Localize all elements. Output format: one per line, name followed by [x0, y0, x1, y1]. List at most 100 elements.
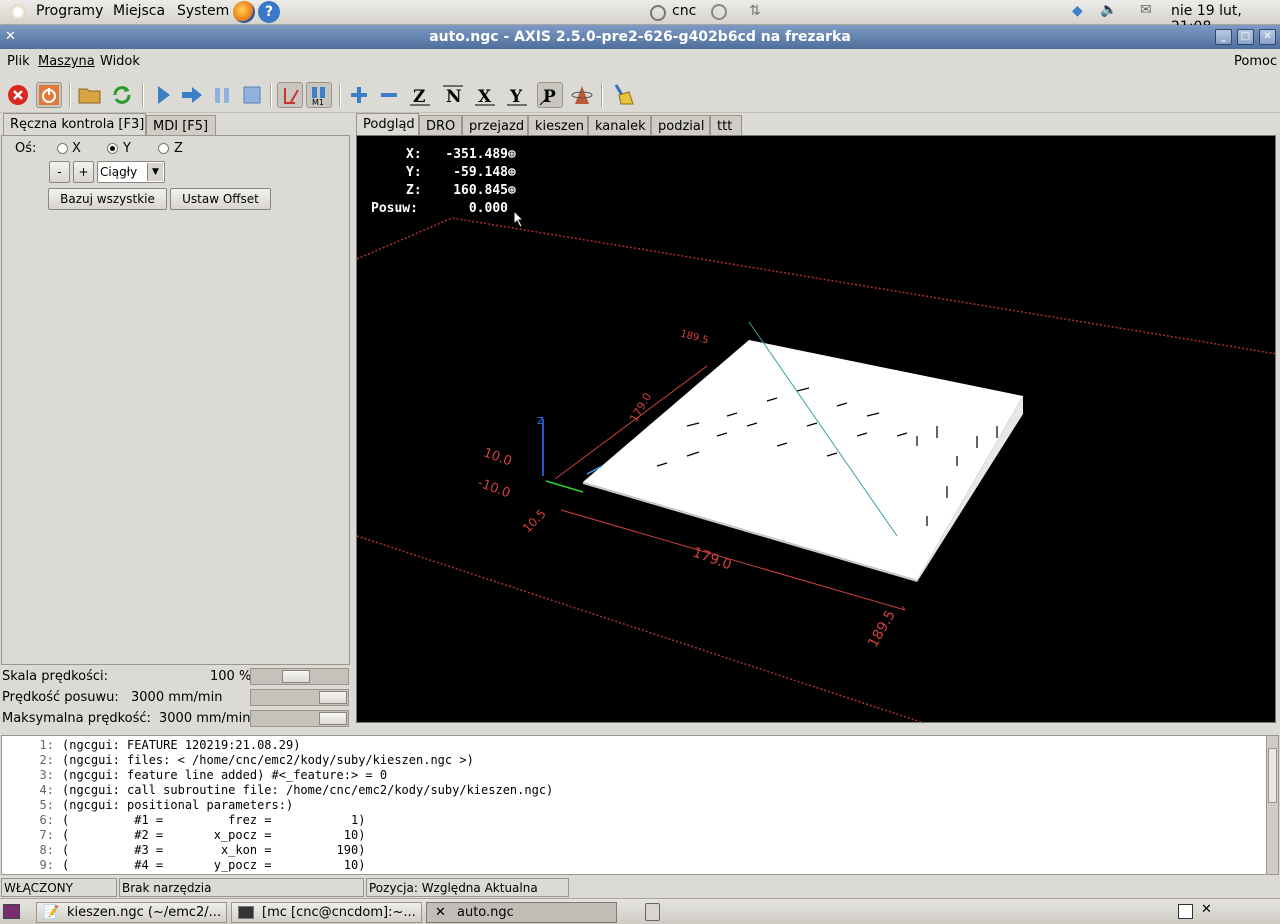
menu-view[interactable]: Widok — [100, 54, 140, 69]
dro-y-value: -59.148 — [453, 165, 508, 180]
dropbox-icon[interactable]: ◆ — [1072, 3, 1083, 19]
jog-mode-select[interactable]: Ciągły ▼ — [97, 161, 165, 183]
show-desktop-icon[interactable] — [3, 904, 20, 919]
minimize-button[interactable]: _ — [1215, 29, 1232, 45]
gcode-listing[interactable]: 1: (ngcgui: FEATURE 120219:21.08.29) 2: (n… — [1, 735, 1267, 875]
axis-y-radio[interactable] — [107, 143, 118, 154]
dro-z-label: Z: — [406, 183, 422, 198]
set-offset-button[interactable]: Ustaw Offset — [170, 188, 271, 210]
menu-help[interactable]: Pomoc — [1234, 54, 1277, 69]
reload-icon[interactable] — [109, 82, 135, 108]
jog-speed-thumb[interactable] — [319, 691, 347, 704]
machine-power-icon[interactable] — [36, 82, 62, 108]
jog-minus-button[interactable]: - — [49, 161, 70, 183]
tab-preview[interactable]: Podgląd — [356, 113, 419, 137]
estop-icon[interactable] — [5, 82, 31, 108]
mail-icon[interactable]: ✉ — [1140, 2, 1152, 18]
workspace-1[interactable] — [1178, 904, 1193, 919]
run-icon[interactable] — [150, 82, 176, 108]
gcode-line[interactable]: 8:( #3 = x_kon = 190) — [2, 843, 366, 858]
menu-places[interactable]: Miejsca — [113, 3, 165, 19]
gcode-line[interactable]: 7:( #2 = x_pocz = 10) — [2, 828, 366, 843]
network-icon[interactable]: ⇅ — [749, 3, 761, 19]
svg-text:Z: Z — [413, 87, 425, 107]
tab-podzial[interactable]: podzial — [651, 115, 710, 137]
svg-text:M1: M1 — [312, 98, 324, 106]
feed-override-thumb[interactable] — [282, 670, 310, 683]
open-file-icon[interactable] — [77, 82, 103, 108]
jog-mode-value: Ciągły — [100, 165, 138, 179]
menu-machine[interactable]: Maszyna — [38, 54, 95, 69]
tab-ttt[interactable]: ttt — [710, 115, 742, 137]
axis-label: Oś: — [15, 141, 37, 156]
toolpath-preview[interactable]: Z 189.5 179.0 179.0 189.5 10.5 10.0 -10.… — [356, 135, 1276, 723]
volume-icon[interactable]: 🔈 — [1100, 2, 1117, 18]
gcode-scrollbar-thumb[interactable] — [1268, 748, 1277, 803]
view-z2-icon[interactable]: N — [440, 82, 466, 108]
stop-icon[interactable] — [239, 82, 265, 108]
tab-kanalek[interactable]: kanalek — [588, 115, 651, 137]
firefox-icon[interactable] — [233, 1, 255, 23]
close-button[interactable]: ✕ — [1259, 29, 1276, 45]
axis-x-label[interactable]: X — [72, 141, 81, 156]
homed-y-icon: ⊕ — [508, 165, 516, 180]
block-delete-icon[interactable] — [277, 82, 303, 108]
gcode-line[interactable]: 6:( #1 = frez = 1) — [2, 813, 366, 828]
axis-z-radio[interactable] — [158, 143, 169, 154]
view-y-icon[interactable]: Y — [504, 82, 530, 108]
tab-mdi[interactable]: MDI [F5] — [146, 115, 216, 137]
view-z-icon[interactable]: Z — [407, 82, 433, 108]
jog-plus-button[interactable]: + — [73, 161, 94, 183]
jog-speed-slider[interactable] — [250, 689, 349, 706]
maximize-button[interactable]: □ — [1237, 29, 1254, 45]
view-x-icon[interactable]: X — [472, 82, 498, 108]
jog-speed-value: 3000 mm/min — [131, 690, 223, 705]
view-p-icon[interactable]: P — [537, 82, 563, 108]
tab-manual-control[interactable]: Ręczna kontrola [F3] — [3, 113, 146, 137]
axis-y-label[interactable]: Y — [123, 141, 131, 156]
feed-override-value: 100 % — [210, 669, 252, 684]
tab-kieszen[interactable]: kieszen — [528, 115, 588, 137]
max-velocity-slider[interactable] — [250, 710, 349, 727]
gnome-foot-icon[interactable] — [10, 4, 26, 20]
gcode-line[interactable]: 3: (ngcgui: feature line added) #<_featur… — [2, 768, 388, 783]
help-icon[interactable]: ? — [258, 1, 280, 23]
gcode-line[interactable]: 1: (ngcgui: FEATURE 120219:21.08.29) — [2, 738, 301, 753]
gcode-line[interactable]: 2: (ngcgui: files: < /home/cnc/emc2/kody/… — [2, 753, 474, 768]
axis-z-label[interactable]: Z — [174, 141, 183, 156]
menu-programs[interactable]: Programy — [36, 3, 103, 19]
tool-status: Brak narzędzia — [119, 878, 364, 897]
power-icon[interactable] — [711, 4, 727, 20]
pause-icon[interactable] — [209, 82, 235, 108]
workspace-2[interactable]: ✕ — [1201, 902, 1212, 917]
gcode-scrollbar[interactable] — [1266, 735, 1279, 875]
optional-stop-icon[interactable]: M1 — [306, 82, 332, 108]
taskbar-item-axis[interactable]: ✕ auto.ngc — [426, 902, 617, 923]
user-icon — [650, 5, 666, 21]
menu-file[interactable]: Plik — [7, 54, 30, 69]
axis-app-icon: ✕ — [435, 905, 446, 920]
max-velocity-thumb[interactable] — [319, 712, 347, 725]
homed-z-icon: ⊕ — [508, 183, 516, 198]
tab-przejazd[interactable]: przejazd — [462, 115, 528, 137]
home-all-button[interactable]: Bazuj wszystkie — [48, 188, 167, 210]
window-title: auto.ngc - AXIS 2.5.0-pre2-626-g402b6cd … — [429, 29, 851, 45]
window-menu-icon[interactable]: ✕ — [5, 25, 16, 49]
zoom-out-icon[interactable] — [376, 82, 402, 108]
gcode-line[interactable]: 5: (ngcgui: positional parameters:) — [2, 798, 294, 813]
rotate-view-icon[interactable] — [569, 82, 595, 108]
feed-override-slider[interactable] — [250, 668, 349, 685]
clear-backplot-icon[interactable] — [610, 82, 636, 108]
tab-dro[interactable]: DRO — [419, 115, 462, 137]
gcode-line[interactable]: 4: (ngcgui: call subroutine file: /home/c… — [2, 783, 554, 798]
menu-system[interactable]: System — [177, 3, 229, 19]
trash-icon[interactable] — [645, 903, 660, 921]
axis-x-radio[interactable] — [57, 143, 68, 154]
window-titlebar[interactable]: ✕ auto.ngc - AXIS 2.5.0-pre2-626-g402b6c… — [0, 25, 1280, 49]
username-label[interactable]: cnc — [672, 3, 696, 19]
step-icon[interactable] — [179, 82, 205, 108]
taskbar-item-terminal[interactable]: [mc [cnc@cncdom]:~... — [231, 902, 422, 923]
taskbar-item-kieszen[interactable]: 📝 kieszen.ngc (~/emc2/... — [36, 902, 227, 923]
zoom-in-icon[interactable] — [346, 82, 372, 108]
gcode-line[interactable]: 9:( #4 = y_pocz = 10) — [2, 858, 366, 873]
